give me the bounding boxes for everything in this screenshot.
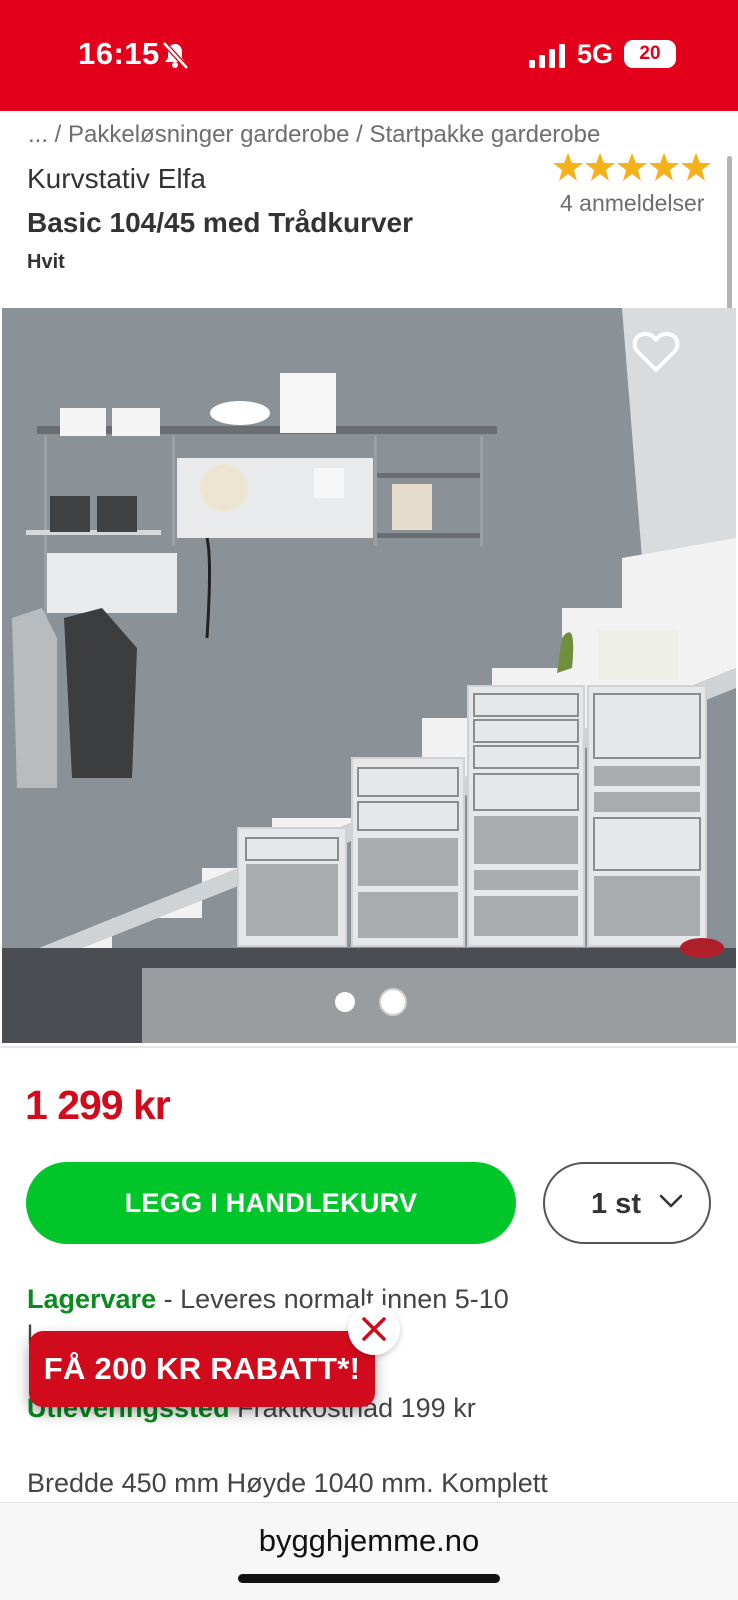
home-indicator[interactable] (238, 1574, 500, 1583)
stock-status: Lagervare (27, 1284, 157, 1314)
star-icon (585, 153, 615, 181)
status-time: 16:15 (78, 36, 160, 71)
quantity-select[interactable]: 1 st (543, 1162, 711, 1244)
carousel-dot-1[interactable] (335, 992, 355, 1012)
product-description: Bredde 450 mm Høyde 1040 mm. Komplett (27, 1468, 548, 1498)
signal-icon (529, 44, 565, 68)
rating-stars[interactable] (552, 152, 712, 184)
product-image[interactable] (2, 308, 736, 1043)
star-icon (553, 153, 583, 181)
stock-delivery-text: - Leveres normalt innen 5-10 (156, 1284, 509, 1314)
bell-slash-icon (162, 41, 189, 70)
star-icon (617, 153, 647, 181)
product-variant: Hvit (27, 251, 65, 273)
stock-info: Lagervare - Leveres normalt innen 5-10 (27, 1284, 509, 1315)
network-label: 5G (577, 39, 614, 69)
heart-icon[interactable] (632, 330, 680, 374)
chevron-down-icon (659, 1194, 683, 1208)
browser-address-bar[interactable]: bygghjemme.no (0, 1502, 738, 1600)
close-icon (362, 1317, 386, 1341)
promo-close-button[interactable] (348, 1303, 400, 1355)
url-text[interactable]: bygghjemme.no (0, 1523, 738, 1559)
battery-icon: 20 (624, 40, 676, 68)
quantity-value: 1 st (591, 1188, 641, 1220)
reviews-link[interactable]: 4 anmeldelser (560, 190, 704, 217)
add-to-cart-button[interactable]: LEGG I HANDLEKURV (26, 1162, 516, 1244)
product-brand: Kurvstativ Elfa (27, 163, 206, 194)
divider (0, 1046, 738, 1048)
carousel-dot-2[interactable] (379, 988, 407, 1016)
breadcrumb[interactable]: ... / Pakkeløsninger garderobe / Startpa… (28, 121, 600, 149)
product-title: Basic 104/45 med Trådkurver (27, 207, 414, 238)
star-icon (649, 153, 679, 181)
star-icon (681, 153, 711, 181)
product-price: 1 299 kr (25, 1082, 171, 1128)
discount-promo-button[interactable]: FÅ 200 KR RABATT*! (29, 1331, 375, 1407)
status-bar: 16:15 5G 20 (0, 0, 738, 111)
